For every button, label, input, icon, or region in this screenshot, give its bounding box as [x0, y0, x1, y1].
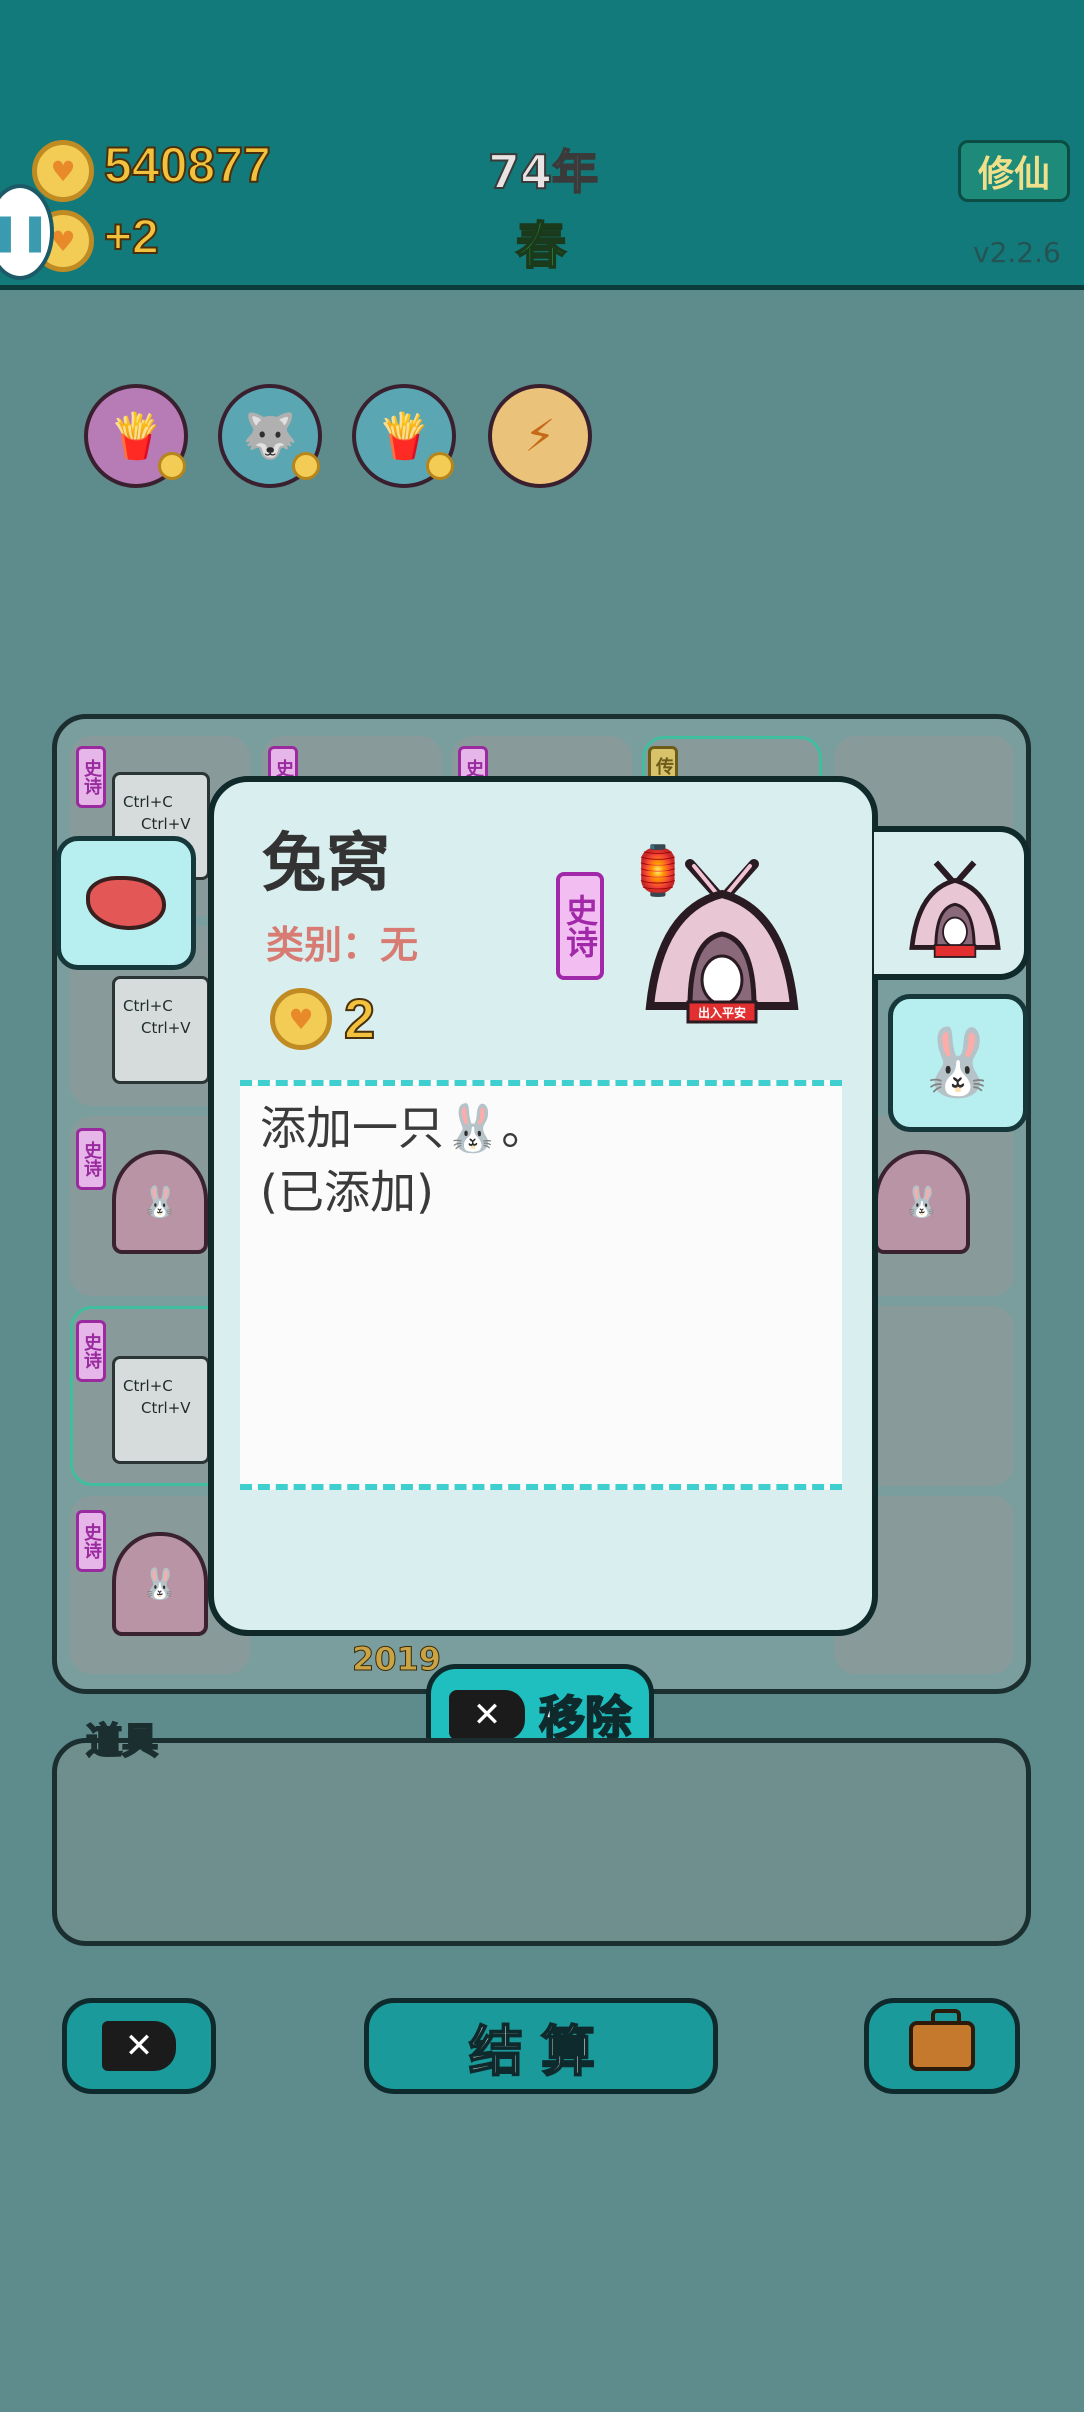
rarity-tag-epic: 史诗 — [76, 1320, 106, 1382]
xiuxian-button[interactable]: 修仙 — [958, 140, 1070, 202]
items-label: 道具 — [85, 1720, 159, 1763]
lightning-icon: ⚡ — [524, 410, 556, 462]
year-label: 74年 — [487, 144, 599, 200]
rarity-tag-epic: 史诗 — [76, 1128, 106, 1190]
close-x-icon: ✕ — [449, 1690, 525, 1740]
rabbit-hut-icon: 🐰 — [112, 1150, 208, 1254]
items-panel — [52, 1738, 1031, 1946]
rabbit-hut-icon: 🐰 — [112, 1532, 208, 1636]
coin-badge-icon — [426, 452, 454, 480]
gold-coin-icon: ♥ — [32, 140, 94, 202]
settle-button[interactable]: 结算 — [364, 1998, 718, 2094]
rabbit-hut-icon — [909, 860, 1001, 958]
copy-paste-card: Ctrl+C Ctrl+V — [112, 1356, 210, 1464]
liver-card-button[interactable] — [56, 836, 196, 970]
detail-title: 兔窝 — [262, 827, 390, 901]
gold-income: +2 — [103, 210, 160, 265]
briefcase-icon — [909, 2009, 975, 2071]
coin-badge-icon — [292, 452, 320, 480]
ctrl-c-text: Ctrl+C — [123, 1377, 173, 1395]
coin-badge-icon — [158, 452, 186, 480]
version-label: v2.2.6 — [973, 236, 1061, 269]
fries-icon: 🍟 — [108, 411, 164, 462]
ctrl-c-text: Ctrl+C — [123, 997, 173, 1015]
description-line-1-end: 。 — [501, 1101, 548, 1155]
description-line-1: 添加一只 — [260, 1101, 444, 1155]
rabbit-icon: 🐰 — [916, 1024, 1000, 1101]
gold-amount: 540877 — [103, 136, 272, 194]
detail-rarity-tag: 史诗 — [556, 872, 604, 980]
rabbit-icon: 🐰 — [444, 1101, 502, 1155]
board-bottom-label: 2019 — [351, 1640, 442, 1679]
description-line-2: (已添加) — [260, 1165, 434, 1219]
relic-fries[interactable]: 🍟 — [84, 384, 188, 488]
fries-icon: 🍟 — [376, 411, 432, 462]
rabbit-hut-icon: 🐰 — [874, 1150, 970, 1254]
rabbit-card-button[interactable]: 🐰 — [888, 994, 1028, 1132]
rarity-tag-epic: 史诗 — [76, 1510, 106, 1572]
relic-lightning[interactable]: ⚡ — [488, 384, 592, 488]
relic-fries-2[interactable]: 🍟 — [352, 384, 456, 488]
hut-sign-text: 出入平安 — [698, 1005, 746, 1020]
ctrl-v-text: Ctrl+V — [141, 1019, 191, 1037]
detail-coin-value: 2 — [343, 986, 376, 1051]
skip-button[interactable]: ✕ — [62, 1998, 216, 2094]
bag-button[interactable] — [864, 1998, 1020, 2094]
detail-category: 类别：无 — [266, 923, 419, 967]
detail-description: 添加一只🐰。 (已添加) — [260, 1096, 547, 1224]
settle-label: 结算 — [468, 2019, 613, 2084]
relic-husky[interactable]: 🐺 — [218, 384, 322, 488]
coin-icon: ♥ — [270, 988, 332, 1050]
liver-icon — [86, 876, 166, 930]
skip-x-icon: ✕ — [102, 2021, 176, 2071]
pause-icon: ❚❚ — [0, 211, 51, 253]
ctrl-c-text: Ctrl+C — [123, 793, 173, 811]
ctrl-v-text: Ctrl+V — [141, 815, 191, 833]
rarity-tag-epic: 史诗 — [76, 746, 106, 808]
husky-dog-icon: 🐺 — [242, 411, 298, 462]
ctrl-v-text: Ctrl+V — [141, 1399, 191, 1417]
lantern-icon: 🏮 — [628, 843, 688, 899]
copy-paste-card: Ctrl+C Ctrl+V — [112, 976, 210, 1084]
season-label: 春 — [515, 216, 567, 276]
